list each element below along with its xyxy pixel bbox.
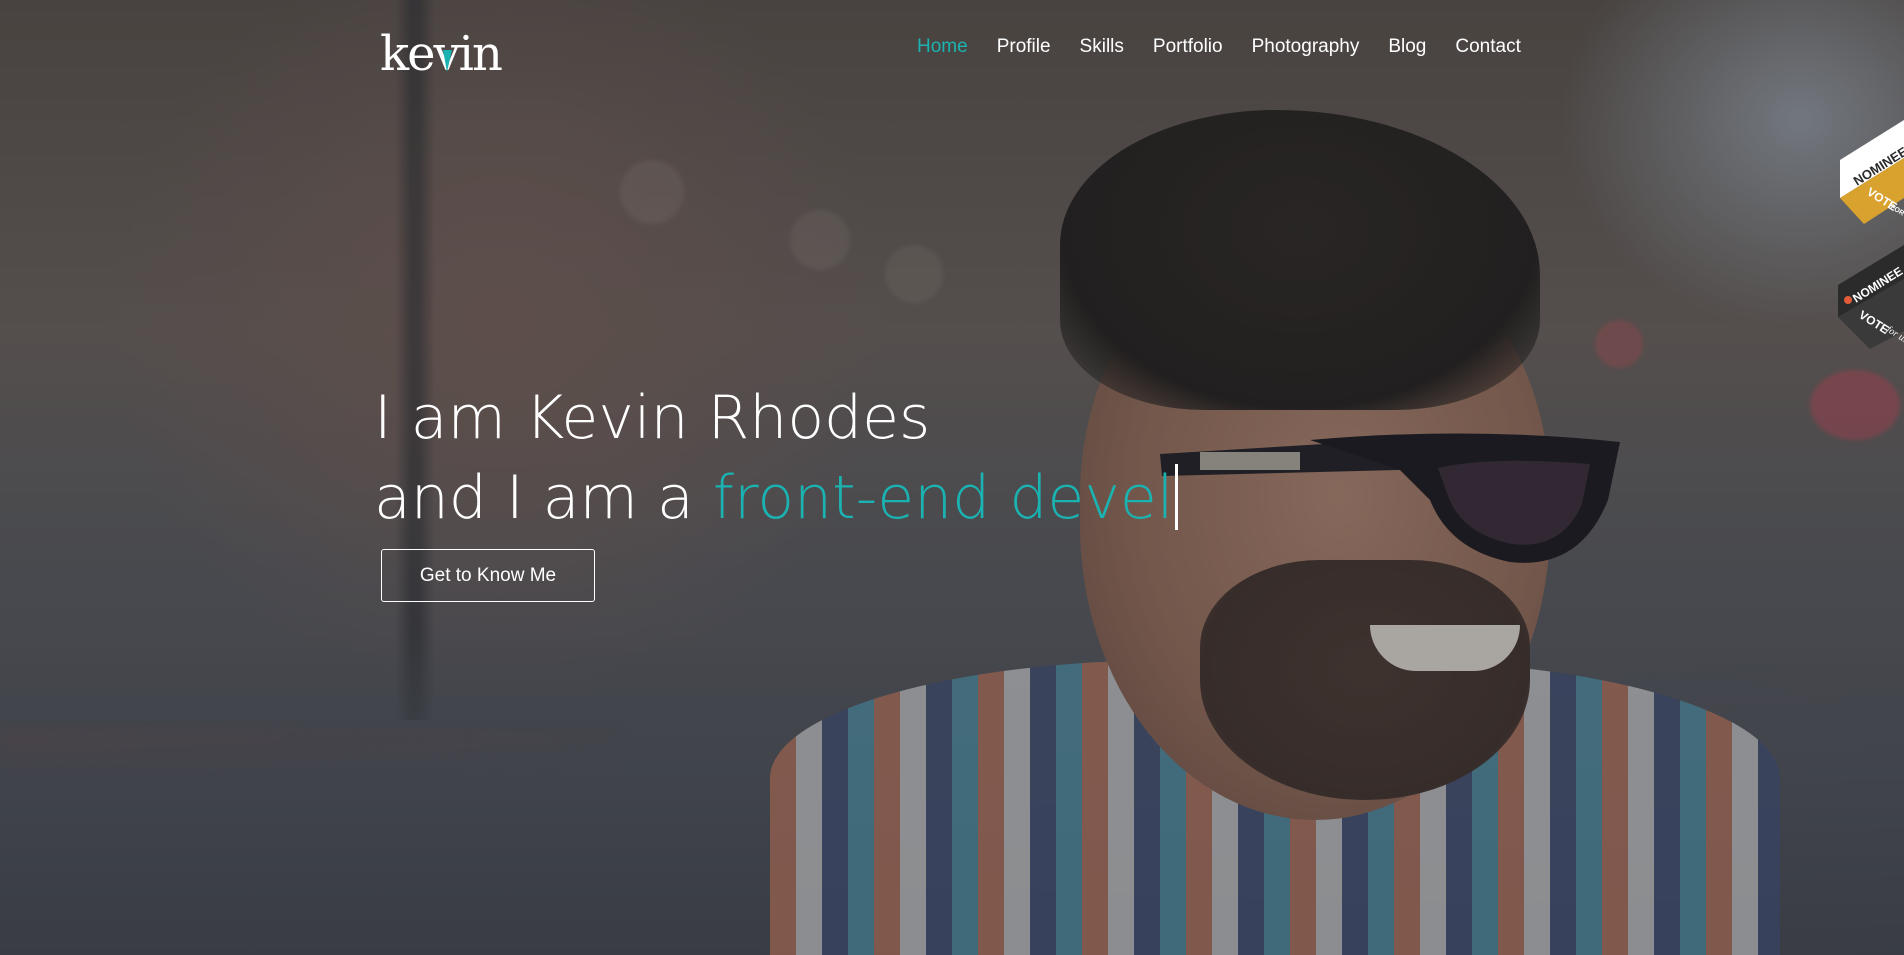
nav-item-blog[interactable]: Blog [1388, 36, 1426, 58]
text-cursor-icon [1175, 464, 1179, 530]
typed-role-text: front-end devel [712, 463, 1174, 533]
main-nav: Home Profile Skills Portfolio Photograph… [917, 36, 1550, 58]
nominee-ribbon-1[interactable]: NOMINEE VOTE FOR US [1824, 120, 1904, 230]
nav-item-home[interactable]: Home [917, 36, 968, 58]
hero-section: kevin Home Profile Skills Portfolio Phot… [0, 0, 1904, 955]
nav-item-contact[interactable]: Contact [1455, 36, 1520, 58]
headline-prefix: and I am a [374, 463, 713, 533]
headline-line-2: and I am a front-end devel [374, 458, 1179, 538]
headline-line-1: I am Kevin Rhodes [374, 383, 931, 453]
logo-text: kevin [380, 26, 502, 80]
ribbon-1-forus-label: FOR US [1889, 204, 1904, 224]
hero-headline: I am Kevin Rhodes and I am a front-end d… [374, 378, 1179, 538]
nav-item-photography[interactable]: Photography [1252, 36, 1360, 58]
get-to-know-me-button[interactable]: Get to Know Me [381, 549, 595, 602]
award-logo-icon [1844, 296, 1852, 304]
kevin-logo-icon[interactable]: kevin [380, 22, 515, 80]
nav-item-profile[interactable]: Profile [997, 36, 1051, 58]
nominee-ribbon-2[interactable]: NOMINEE VOTE for us [1824, 245, 1904, 355]
nav-item-portfolio[interactable]: Portfolio [1153, 36, 1223, 58]
nav-item-skills[interactable]: Skills [1080, 36, 1124, 58]
